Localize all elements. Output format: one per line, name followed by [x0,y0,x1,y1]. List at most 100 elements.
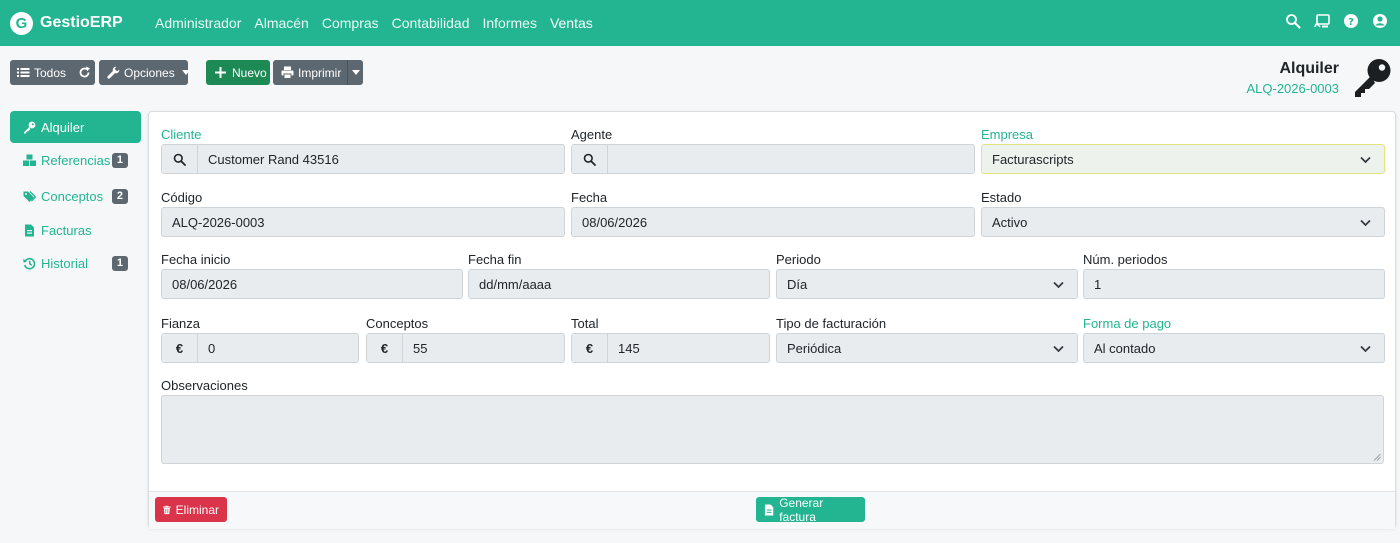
nuevo-label: Nuevo [232,65,267,80]
resize-grip-icon[interactable] [1373,453,1381,461]
imprimir-label: Imprimir [298,65,342,80]
refresh-button[interactable] [73,60,95,85]
codigo-label: Código [161,190,203,205]
key-icon [1350,56,1394,100]
agente-label: Agente [571,127,613,142]
sidebar-item-label: Alquiler [41,119,85,135]
fecha-fin-input[interactable]: dd/mm/aaaa [468,269,770,299]
history-icon [23,257,36,269]
fecha-value: 08/06/2026 [582,214,648,230]
menu-compras[interactable]: Compras [322,15,379,31]
fecha-inicio-value: 08/06/2026 [172,276,238,292]
periodo-select[interactable]: Día [776,269,1078,299]
chevron-down-icon [1053,345,1064,352]
invoice-file-icon [764,503,774,516]
cliente-value: Customer Rand 43516 [208,151,339,167]
nuevo-button[interactable]: Nuevo [206,60,270,85]
sidebar-item-label: Conceptos [41,188,104,204]
cliente-search-button[interactable] [162,145,198,173]
conceptos-field[interactable]: € 55 [366,333,565,363]
forma-pago-value: Al contado [1094,340,1156,356]
refresh-icon [78,66,91,79]
invoice-file-icon [25,224,34,236]
observaciones-textarea[interactable] [161,395,1384,464]
record-code: ALQ-2026-0003 [1246,81,1339,96]
user-icon[interactable] [1372,13,1388,29]
euro-addon: € [572,334,608,362]
sidebar-item-alquiler[interactable]: Alquiler [10,111,141,143]
cliente-label[interactable]: Cliente [161,127,201,142]
chevron-down-icon [1360,156,1371,163]
chevron-down-icon [1360,219,1371,226]
count-badge: 1 [111,255,128,271]
menu-administrador[interactable]: Administrador [155,15,241,31]
fecha-fin-label: Fecha fin [468,252,522,267]
generar-factura-button[interactable]: Generar factura [756,496,865,524]
num-periodos-input[interactable]: 1 [1083,269,1385,299]
menu-ventas[interactable]: Ventas [550,15,593,31]
print-icon [281,66,294,79]
top-navbar: G GestioERP Administrador Almacén Compra… [0,0,1400,46]
search-icon[interactable] [1285,13,1301,29]
imprimir-button[interactable]: Imprimir [273,60,347,85]
tags-icon [23,190,36,202]
total-field[interactable]: € 145 [571,333,770,363]
menu-almacen[interactable]: Almacén [254,15,308,31]
todos-label: Todos [34,65,67,80]
cliente-field[interactable]: Customer Rand 43516 [161,144,565,174]
cast-screen-icon[interactable] [1314,13,1330,29]
sidebar-item-historial[interactable]: Historial 1 [10,247,141,279]
forma-pago-label[interactable]: Forma de pago [1083,316,1171,331]
help-icon[interactable]: ? [1343,13,1359,29]
estado-select[interactable]: Activo [981,207,1385,237]
total-value: 145 [618,340,640,356]
imprimir-button-group: Imprimir [273,60,363,85]
plus-icon [214,66,227,79]
brand[interactable]: G GestioERP [10,11,155,35]
imprimir-dropdown-toggle[interactable] [348,60,363,85]
opciones-dropdown-button[interactable]: Opciones [99,60,190,85]
num-periodos-value: 1 [1094,276,1102,292]
sidebar-item-label: Facturas [41,222,92,238]
agente-field[interactable] [571,144,975,174]
boxes-icon [23,154,36,166]
search-icon [173,153,186,166]
tipo-facturacion-select[interactable]: Periódica [776,333,1078,363]
empresa-label[interactable]: Empresa [981,127,1033,142]
total-label: Total [571,316,599,331]
main-menu: Administrador Almacén Compras Contabilid… [155,15,606,31]
fecha-inicio-input[interactable]: 08/06/2026 [161,269,463,299]
empresa-value: Facturascripts [992,151,1074,167]
brand-name: GestioERP [40,14,123,31]
fecha-input[interactable]: 08/06/2026 [571,207,975,237]
empresa-select[interactable]: Facturascripts [981,144,1385,174]
list-icon [17,66,30,79]
edit-form-card: Cliente Customer Rand 43516 Agente Empre… [148,111,1396,529]
fianza-field[interactable]: € 0 [161,333,359,363]
observaciones-label: Observaciones [161,378,248,393]
agente-search-button[interactable] [572,145,608,173]
eliminar-button[interactable]: Eliminar [155,497,227,522]
sidebar-item-facturas[interactable]: Facturas [10,214,141,246]
todos-button[interactable]: Todos [10,60,73,85]
svg-text:?: ? [1348,17,1354,28]
chevron-down-icon [351,70,360,75]
trash-icon [163,505,171,514]
forma-pago-select[interactable]: Al contado [1083,333,1385,363]
menu-contabilidad[interactable]: Contabilidad [392,15,470,31]
record-title: Alquiler [1279,60,1339,77]
conceptos-label: Conceptos [366,316,429,331]
chevron-down-icon [1053,281,1064,288]
chevron-down-icon [181,70,190,75]
sidebar-item-label: Historial [41,255,88,271]
fecha-inicio-label: Fecha inicio [161,252,231,267]
euro-addon: € [162,334,198,362]
search-icon [583,153,596,166]
menu-informes[interactable]: Informes [482,15,536,31]
sidebar-item-conceptos[interactable]: Conceptos 2 [10,180,141,212]
fianza-value: 0 [208,340,216,356]
conceptos-value: 55 [413,340,428,356]
periodo-label: Periodo [776,252,821,267]
sidebar-item-referencias[interactable]: Referencias 1 [10,144,141,176]
codigo-input[interactable]: ALQ-2026-0003 [161,207,565,237]
